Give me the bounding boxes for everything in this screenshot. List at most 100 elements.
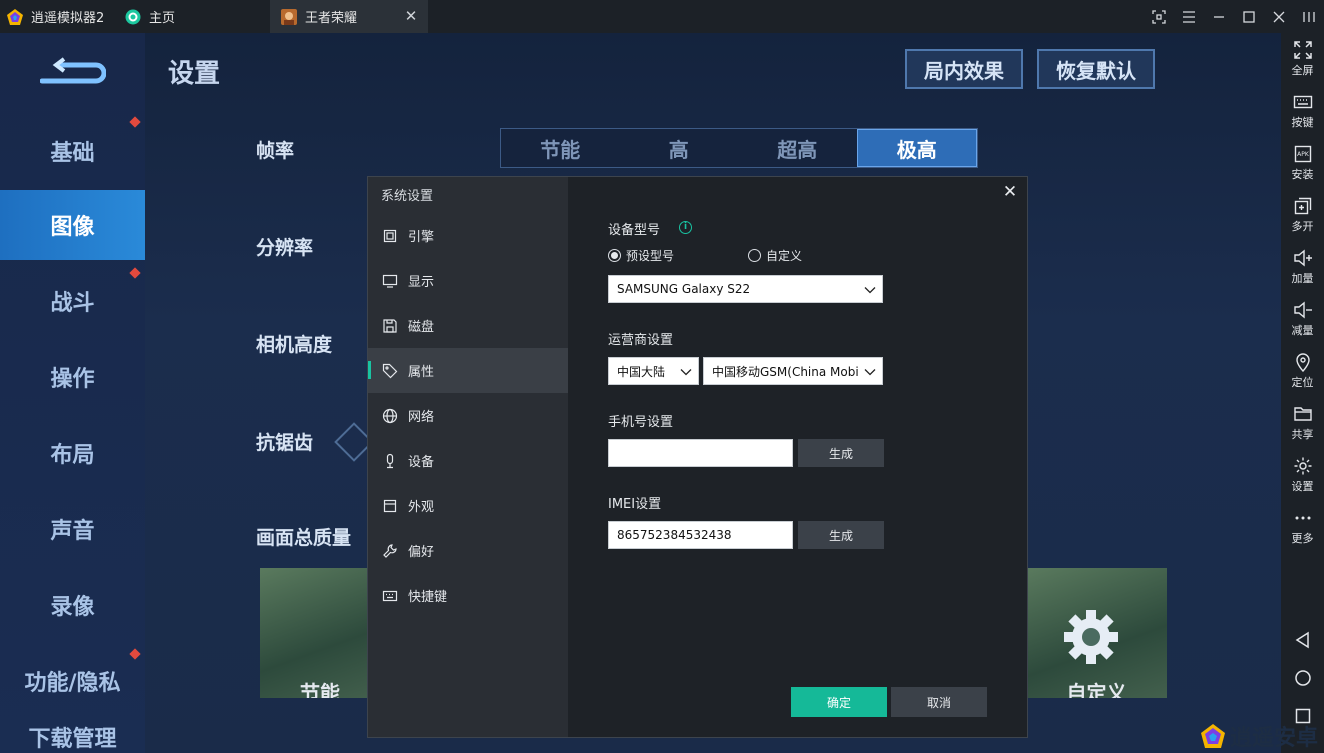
device-model-select[interactable]: SAMSUNG Galaxy S22 <box>608 275 883 303</box>
location-button[interactable]: 定位 <box>1281 352 1324 390</box>
info-icon[interactable]: i <box>679 221 692 234</box>
game-side-basic[interactable]: 基础 <box>0 116 145 186</box>
antialias-label: 抗锯齿 <box>256 432 314 454</box>
toolbar-label: 多开 <box>1291 220 1314 233</box>
nav-label: 网络 <box>408 410 435 425</box>
nav-label: 显示 <box>408 275 435 290</box>
watermark-label: 逍遥安卓 <box>1230 726 1319 751</box>
game-settings-title: 设置 <box>168 59 221 89</box>
tab-home[interactable]: 主页 <box>116 0 270 33</box>
quality-thumb-label: 节能 <box>300 681 340 698</box>
tab-game[interactable]: 王者荣耀 ✕ <box>270 0 428 33</box>
toolbar-label: 安装 <box>1291 168 1314 181</box>
keyboard-icon <box>382 590 398 601</box>
camera-height-label: 相机高度 <box>256 334 333 356</box>
game-settings-sidebar: 基础 图像 战斗 操作 布局 声音 录像 功能/隐私 下载管理 <box>0 33 145 753</box>
sidebar-toggle-icon[interactable] <box>1294 0 1324 33</box>
game-side-combat[interactable]: 战斗 <box>0 266 145 336</box>
memu-logo-icon <box>1201 724 1225 748</box>
nav-properties[interactable]: 属性 <box>368 348 568 393</box>
imei-input[interactable]: 865752384532438 <box>608 521 793 549</box>
location-icon <box>1295 353 1310 372</box>
cancel-button[interactable]: 取消 <box>891 687 987 717</box>
framerate-selector[interactable]: 节能 高 超高 极高 <box>500 128 978 168</box>
nav-device[interactable]: 设备 <box>368 438 568 483</box>
home-icon <box>124 8 142 26</box>
maximize-icon[interactable] <box>1234 0 1264 33</box>
imei-title: IMEI设置 <box>608 497 662 512</box>
nav-network[interactable]: 网络 <box>368 393 568 438</box>
nav-preferences[interactable]: 偏好 <box>368 528 568 573</box>
game-side-image[interactable]: 图像 <box>0 190 145 260</box>
multi-instance-button[interactable]: 多开 <box>1281 196 1324 234</box>
tab-close-icon[interactable]: ✕ <box>402 7 420 25</box>
fullscreen-button[interactable]: 全屏 <box>1281 40 1324 78</box>
chevron-down-icon <box>864 287 876 294</box>
restore-default-button[interactable]: 恢复默认 <box>1037 49 1155 89</box>
apk-icon: APK <box>1294 145 1311 163</box>
app-title: 逍遥模拟器2 <box>0 0 116 33</box>
settings-button[interactable]: 设置 <box>1281 456 1324 494</box>
nav-disk[interactable]: 磁盘 <box>368 303 568 348</box>
ok-button[interactable]: 确定 <box>791 687 887 717</box>
back-triangle-icon <box>1295 631 1309 649</box>
nav-label: 属性 <box>408 365 435 380</box>
android-home-button[interactable] <box>1281 669 1324 687</box>
back-icon[interactable] <box>40 55 106 85</box>
nav-label: 快捷键 <box>408 590 448 605</box>
quality-thumb-power-saving[interactable]: 节能 <box>260 568 380 698</box>
dialog-close-icon[interactable]: ✕ <box>1001 183 1019 201</box>
volume-down-icon <box>1293 301 1312 319</box>
minimize-icon[interactable] <box>1204 0 1234 33</box>
generate-phone-button[interactable]: 生成 <box>798 439 884 467</box>
volume-down-button[interactable]: 减量 <box>1281 300 1324 338</box>
game-side-operation[interactable]: 操作 <box>0 342 145 412</box>
phone-number-input[interactable] <box>608 439 793 467</box>
nav-appearance[interactable]: 外观 <box>368 483 568 528</box>
carrier-select[interactable]: 中国移动GSM(China Mobi <box>703 357 883 385</box>
game-side-download[interactable]: 下载管理 <box>0 721 145 753</box>
more-button[interactable]: 更多 <box>1281 508 1324 546</box>
radio-custom-model[interactable]: 自定义 <box>748 247 802 264</box>
android-back-button[interactable] <box>1281 631 1324 649</box>
nav-engine[interactable]: 引擎 <box>368 213 568 258</box>
more-icon <box>1295 516 1310 520</box>
svg-text:APK: APK <box>1297 151 1310 158</box>
ingame-effect-button[interactable]: 局内效果 <box>905 49 1023 89</box>
keymap-button[interactable]: 按键 <box>1281 92 1324 130</box>
select-value: 中国移动GSM(China Mobi <box>712 364 859 379</box>
overall-quality-label: 画面总质量 <box>256 527 352 549</box>
quality-thumb-label: 自定义 <box>1066 681 1127 698</box>
install-apk-button[interactable]: APK 安装 <box>1281 144 1324 182</box>
chip-icon <box>383 229 397 242</box>
menu-icon[interactable] <box>1174 0 1204 33</box>
radio-unchecked-icon <box>748 249 761 262</box>
folder-icon <box>1293 407 1312 421</box>
carrier-title: 运营商设置 <box>608 333 674 348</box>
game-side-sound[interactable]: 声音 <box>0 494 145 564</box>
framerate-option-selected[interactable]: 极高 <box>856 129 977 167</box>
game-side-recording[interactable]: 录像 <box>0 570 145 640</box>
region-select[interactable]: 中国大陆 <box>608 357 699 385</box>
dialog-title: 系统设置 <box>381 189 434 204</box>
shared-folder-button[interactable]: 共享 <box>1281 404 1324 442</box>
game-side-layout[interactable]: 布局 <box>0 418 145 488</box>
toolbar-label: 全屏 <box>1291 64 1314 77</box>
screenshot-icon[interactable] <box>1144 0 1174 33</box>
generate-imei-button[interactable]: 生成 <box>798 521 884 549</box>
radio-preset-model[interactable]: 预设型号 <box>608 247 674 264</box>
volume-up-button[interactable]: 加量 <box>1281 248 1324 286</box>
gear-icon <box>1294 457 1311 475</box>
framerate-option[interactable]: 节能 <box>501 129 620 167</box>
game-side-privacy[interactable]: 功能/隐私 <box>0 646 145 716</box>
nav-display[interactable]: 显示 <box>368 258 568 303</box>
nav-label: 外观 <box>408 500 435 515</box>
framerate-option[interactable]: 高 <box>620 129 739 167</box>
close-window-icon[interactable] <box>1264 0 1294 33</box>
nav-label: 设备 <box>408 455 435 470</box>
tag-icon <box>382 363 398 378</box>
toolbar-label: 更多 <box>1291 532 1314 545</box>
nav-shortcuts[interactable]: 快捷键 <box>368 573 568 618</box>
title-bar: 逍遥模拟器2 主页 王者荣耀 ✕ <box>0 0 1324 33</box>
framerate-option[interactable]: 超高 <box>738 129 857 167</box>
